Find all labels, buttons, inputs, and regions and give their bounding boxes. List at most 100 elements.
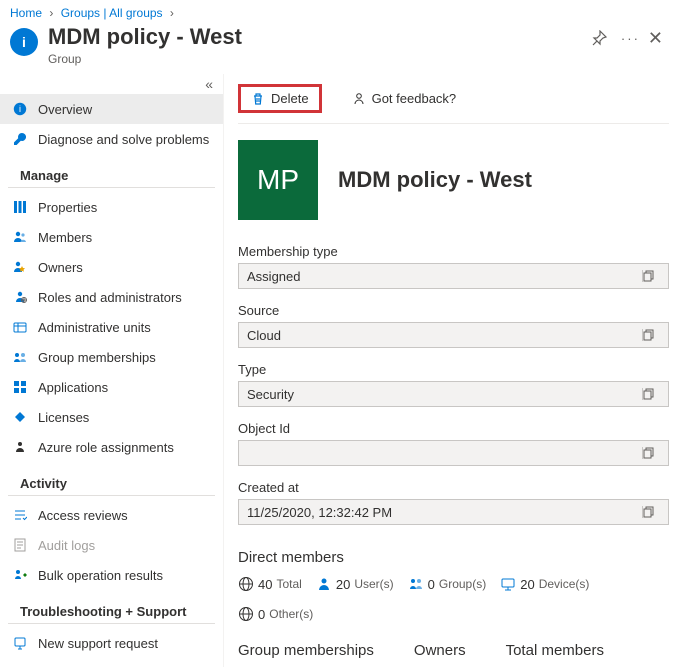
toolbar: Delete Got feedback? (238, 74, 669, 124)
chevron-right-icon: › (49, 6, 53, 20)
feedback-button[interactable]: Got feedback? (342, 87, 467, 110)
trash-icon (251, 92, 265, 106)
sidebar: « i Overview Diagnose and solve problems… (0, 74, 223, 667)
sidebar-item-azure-roles[interactable]: Azure role assignments (0, 432, 223, 462)
sidebar-item-label: Administrative units (38, 320, 151, 335)
sidebar-item-label: Azure role assignments (38, 440, 174, 455)
created-at-field: 11/25/2020, 12:32:42 PM (238, 499, 669, 525)
sidebar-item-label: Access reviews (38, 508, 128, 523)
sidebar-section-manage: Manage (8, 158, 215, 188)
sidebar-item-label: Overview (38, 102, 92, 117)
sidebar-item-label: Audit logs (38, 538, 95, 553)
group-avatar: MP (238, 140, 318, 220)
source-value: Cloud (239, 328, 642, 343)
membership-type-label: Membership type (238, 244, 669, 259)
summary-users[interactable]: 20 User(s) (316, 576, 394, 592)
main-content: Delete Got feedback? MP MDM policy - Wes… (223, 74, 681, 667)
sidebar-item-licenses[interactable]: Licenses (0, 402, 223, 432)
applications-icon (12, 379, 28, 395)
sidebar-item-label: Licenses (38, 410, 89, 425)
sidebar-section-activity: Activity (8, 466, 215, 496)
type-value: Security (239, 387, 642, 402)
sidebar-item-label: Owners (38, 260, 83, 275)
sidebar-item-admin-units[interactable]: Administrative units (0, 312, 223, 342)
sidebar-item-properties[interactable]: Properties (0, 192, 223, 222)
sidebar-item-overview[interactable]: i Overview (0, 94, 223, 124)
object-id-field (238, 440, 669, 466)
members-icon (12, 229, 28, 245)
membership-type-field: Assigned (238, 263, 669, 289)
sidebar-item-label: Group memberships (38, 350, 156, 365)
device-icon (500, 576, 516, 592)
azure-roles-icon (12, 439, 28, 455)
sidebar-item-label: Roles and administrators (38, 290, 182, 305)
sidebar-item-label: Properties (38, 200, 97, 215)
group-memberships-icon (12, 349, 28, 365)
sidebar-item-owners[interactable]: Owners (0, 252, 223, 282)
copy-icon[interactable] (642, 506, 668, 518)
copy-icon[interactable] (642, 447, 668, 459)
page-subtitle: Group (48, 52, 583, 66)
membership-type-value: Assigned (239, 269, 642, 284)
chevron-right-icon: › (170, 6, 174, 20)
sidebar-section-support: Troubleshooting + Support (8, 594, 215, 624)
pin-icon[interactable] (591, 30, 607, 46)
sidebar-item-group-memberships[interactable]: Group memberships (0, 342, 223, 372)
summary-total[interactable]: 40 Total (238, 576, 302, 592)
audit-logs-icon (12, 537, 28, 553)
type-label: Type (238, 362, 669, 377)
roles-icon (12, 289, 28, 305)
page-title: MDM policy - West (48, 24, 242, 50)
user-icon (316, 576, 332, 592)
sidebar-item-label: Diagnose and solve problems (38, 132, 209, 147)
copy-icon[interactable] (642, 388, 668, 400)
sidebar-item-bulk-ops[interactable]: Bulk operation results (0, 560, 223, 590)
feedback-icon (352, 92, 366, 106)
sidebar-item-members[interactable]: Members (0, 222, 223, 252)
admin-units-icon (12, 319, 28, 335)
sidebar-item-label: Applications (38, 380, 108, 395)
sidebar-item-access-reviews[interactable]: Access reviews (0, 500, 223, 530)
summary-devices[interactable]: 20 Device(s) (500, 576, 589, 592)
group-name: MDM policy - West (338, 167, 532, 193)
summary-others[interactable]: 0 Other(s) (238, 606, 313, 622)
info-icon: i (10, 28, 38, 56)
more-icon[interactable]: ··· (621, 31, 640, 46)
sidebar-item-label: New support request (38, 636, 158, 651)
breadcrumb-groups[interactable]: Groups | All groups (61, 6, 163, 20)
total-members-heading: Total members (506, 642, 604, 659)
globe-icon (238, 606, 254, 622)
copy-icon[interactable] (642, 270, 668, 282)
group-icon (408, 576, 424, 592)
object-id-label: Object Id (238, 421, 669, 436)
delete-label: Delete (271, 91, 309, 106)
collapse-sidebar-button[interactable]: « (0, 74, 223, 94)
sidebar-item-roles[interactable]: Roles and administrators (0, 282, 223, 312)
close-button[interactable]: ✕ (640, 24, 671, 53)
sidebar-item-label: Members (38, 230, 92, 245)
info-icon: i (12, 101, 28, 117)
summary-groups[interactable]: 0 Group(s) (408, 576, 487, 592)
source-label: Source (238, 303, 669, 318)
sidebar-item-diagnose[interactable]: Diagnose and solve problems (0, 124, 223, 154)
owners-heading: Owners (414, 642, 466, 659)
licenses-icon (12, 409, 28, 425)
copy-icon[interactable] (642, 329, 668, 341)
breadcrumb: Home › Groups | All groups › (0, 0, 681, 20)
delete-button[interactable]: Delete (238, 84, 322, 113)
wrench-icon (12, 131, 28, 147)
support-icon (12, 635, 28, 651)
sidebar-item-label: Bulk operation results (38, 568, 163, 583)
owners-icon (12, 259, 28, 275)
type-field: Security (238, 381, 669, 407)
sidebar-item-applications[interactable]: Applications (0, 372, 223, 402)
properties-icon (12, 199, 28, 215)
breadcrumb-home[interactable]: Home (10, 6, 42, 20)
feedback-label: Got feedback? (372, 91, 457, 106)
group-memberships-heading: Group memberships (238, 642, 374, 659)
page-header: i MDM policy - West Group ··· ✕ (0, 20, 681, 74)
created-at-value: 11/25/2020, 12:32:42 PM (239, 505, 642, 520)
source-field: Cloud (238, 322, 669, 348)
sidebar-item-new-support[interactable]: New support request (0, 628, 223, 658)
created-at-label: Created at (238, 480, 669, 495)
